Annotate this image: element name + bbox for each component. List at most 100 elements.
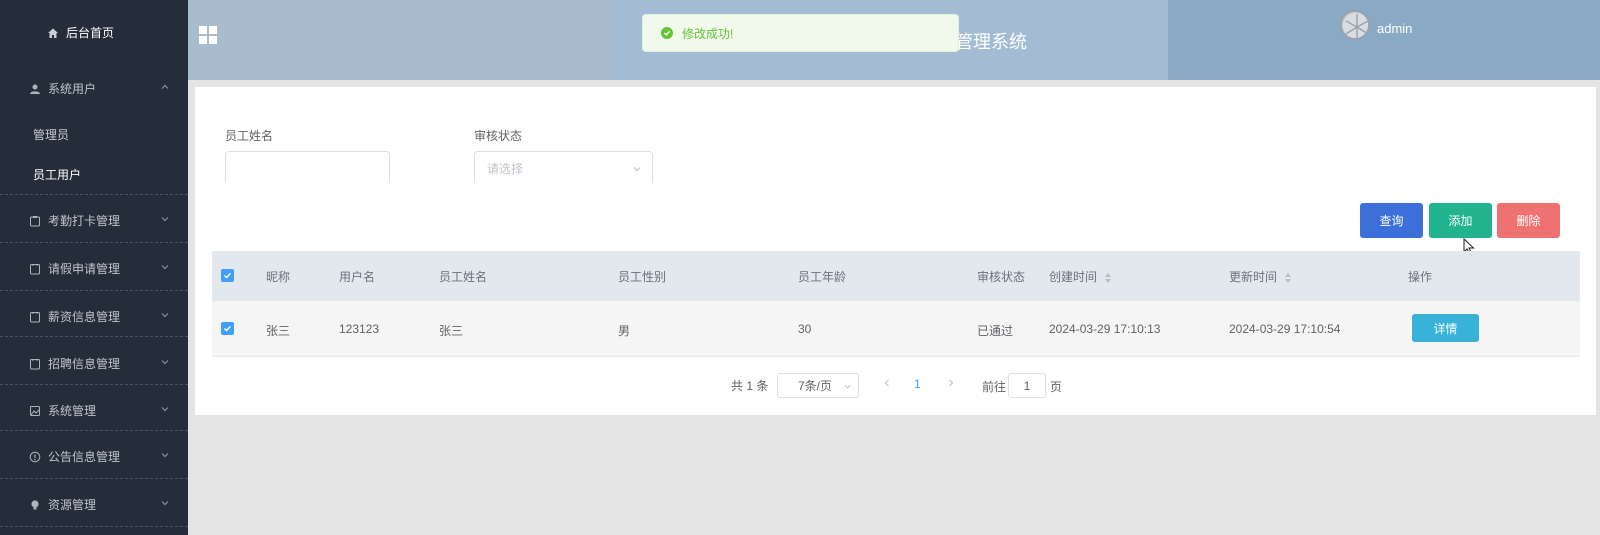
divider <box>0 526 188 527</box>
column-header-created-time[interactable]: 创建时间 <box>1049 268 1112 285</box>
cell-gender: 男 <box>618 324 631 338</box>
divider <box>0 290 188 291</box>
sidebar-item-label: 请假申请管理 <box>48 262 121 276</box>
success-toast: 修改成功! <box>642 14 959 52</box>
sidebar: 后台首页 系统用户 管理员 员工用户 考勤打卡管理 请假申请管理 薪资信息管理 <box>0 0 188 535</box>
detail-button[interactable]: 详情 <box>1412 314 1479 342</box>
audit-status-label: 审核状态 <box>474 129 523 143</box>
menu-grid-icon[interactable] <box>199 26 217 44</box>
column-header-gender: 员工性别 <box>618 270 667 284</box>
picture-icon <box>28 404 42 418</box>
header-right-band <box>1168 0 1600 80</box>
chevron-down-icon <box>161 407 169 412</box>
divider <box>0 336 188 337</box>
column-header-updated-time[interactable]: 更新时间 <box>1229 268 1292 285</box>
sidebar-item-label: 资源管理 <box>48 498 97 512</box>
sidebar-item-label: 公告信息管理 <box>48 450 121 464</box>
sidebar-subitem-employee-users[interactable]: 员工用户 <box>33 166 81 183</box>
cell-age: 30 <box>798 322 812 336</box>
column-header-label: 创建时间 <box>1049 270 1098 284</box>
cell-created-time: 2024-03-29 17:10:13 <box>1049 322 1161 336</box>
cell-employee-name: 张三 <box>439 324 464 338</box>
sidebar-subitem-admin[interactable]: 管理员 <box>33 126 69 143</box>
clipboard-icon <box>28 214 42 228</box>
column-header-label: 更新时间 <box>1229 270 1278 284</box>
divider <box>0 478 188 479</box>
sidebar-item-home[interactable]: 后台首页 <box>46 24 186 41</box>
pagination-total: 共 1 条 <box>731 379 769 393</box>
sidebar-item-notice[interactable]: 公告信息管理 <box>28 448 188 465</box>
sidebar-item-attendance[interactable]: 考勤打卡管理 <box>28 212 188 229</box>
table-header <box>212 251 1580 301</box>
divider <box>0 194 188 195</box>
sidebar-item-salary[interactable]: 薪资信息管理 <box>28 308 188 325</box>
sidebar-item-label: 薪资信息管理 <box>48 310 121 324</box>
column-header-actions: 操作 <box>1408 270 1433 284</box>
cell-nickname: 张三 <box>266 324 291 338</box>
sidebar-item-system[interactable]: 系统管理 <box>28 402 188 419</box>
home-icon <box>46 26 60 40</box>
document-icon <box>28 262 42 276</box>
sidebar-item-label: 后台首页 <box>66 26 115 40</box>
column-header-username: 用户名 <box>339 270 376 284</box>
divider <box>0 384 188 385</box>
column-header-age: 员工年龄 <box>798 270 847 284</box>
sidebar-item-leave[interactable]: 请假申请管理 <box>28 260 188 277</box>
column-header-nickname: 昵称 <box>266 270 291 284</box>
page-number-current[interactable]: 1 <box>914 377 921 391</box>
chevron-down-icon <box>161 453 169 458</box>
goto-page-input[interactable]: 1 <box>1008 373 1046 398</box>
sort-icon[interactable] <box>1104 272 1112 284</box>
avatar[interactable] <box>1340 10 1370 40</box>
chevron-down-icon <box>161 217 169 222</box>
toast-message: 修改成功! <box>682 26 734 41</box>
prev-page-icon[interactable] <box>882 378 892 388</box>
sidebar-item-recruitment[interactable]: 招聘信息管理 <box>28 355 188 372</box>
employee-name-input[interactable] <box>225 151 390 186</box>
cell-updated-time: 2024-03-29 17:10:54 <box>1229 322 1341 336</box>
page-size-value: 7条/页 <box>798 379 833 393</box>
goto-label: 前往 <box>982 380 1007 394</box>
check-circle-icon <box>661 27 673 39</box>
system-title: 管理系统 <box>955 32 1027 52</box>
table-row[interactable] <box>212 301 1580 357</box>
row-checkbox[interactable] <box>221 322 234 335</box>
select-placeholder: 请选择 <box>487 162 524 176</box>
page-suffix: 页 <box>1050 380 1063 394</box>
sidebar-item-system-users[interactable]: 系统用户 <box>28 80 188 97</box>
page-size-select[interactable]: 7条/页 <box>777 373 859 398</box>
search-button[interactable]: 查询 <box>1360 203 1423 238</box>
add-button[interactable]: 添加 <box>1429 203 1492 238</box>
info-circle-icon <box>28 450 42 464</box>
sort-icon[interactable] <box>1284 272 1292 284</box>
chevron-down-icon <box>161 501 169 506</box>
chevron-down-icon <box>161 360 169 365</box>
chevron-down-icon <box>844 384 851 389</box>
username[interactable]: admin <box>1377 21 1412 36</box>
next-page-icon[interactable] <box>946 378 956 388</box>
cell-username: 123123 <box>339 322 380 336</box>
delete-button[interactable]: 删除 <box>1497 203 1560 238</box>
document-icon <box>28 310 42 324</box>
sidebar-item-label: 考勤打卡管理 <box>48 214 121 228</box>
divider <box>0 430 188 431</box>
lightbulb-icon <box>28 498 42 512</box>
check-icon <box>224 325 232 332</box>
column-header-employee-name: 员工姓名 <box>439 270 488 284</box>
sidebar-item-label: 系统用户 <box>48 82 97 96</box>
document-icon <box>28 357 42 371</box>
divider <box>0 242 188 243</box>
chevron-up-icon <box>161 84 169 89</box>
sidebar-item-resources[interactable]: 资源管理 <box>28 496 188 513</box>
chevron-down-icon <box>161 313 169 318</box>
select-all-checkbox[interactable] <box>221 269 234 282</box>
chevron-down-icon <box>161 265 169 270</box>
sidebar-item-label: 系统管理 <box>48 404 97 418</box>
clip-mask <box>220 183 660 189</box>
sidebar-item-label: 招聘信息管理 <box>48 357 121 371</box>
audit-status-select[interactable]: 请选择 <box>474 151 653 186</box>
chevron-down-icon <box>633 167 641 172</box>
employee-name-label: 员工姓名 <box>225 129 274 143</box>
column-header-audit-status: 审核状态 <box>977 270 1026 284</box>
cell-audit-status: 已通过 <box>977 324 1014 338</box>
